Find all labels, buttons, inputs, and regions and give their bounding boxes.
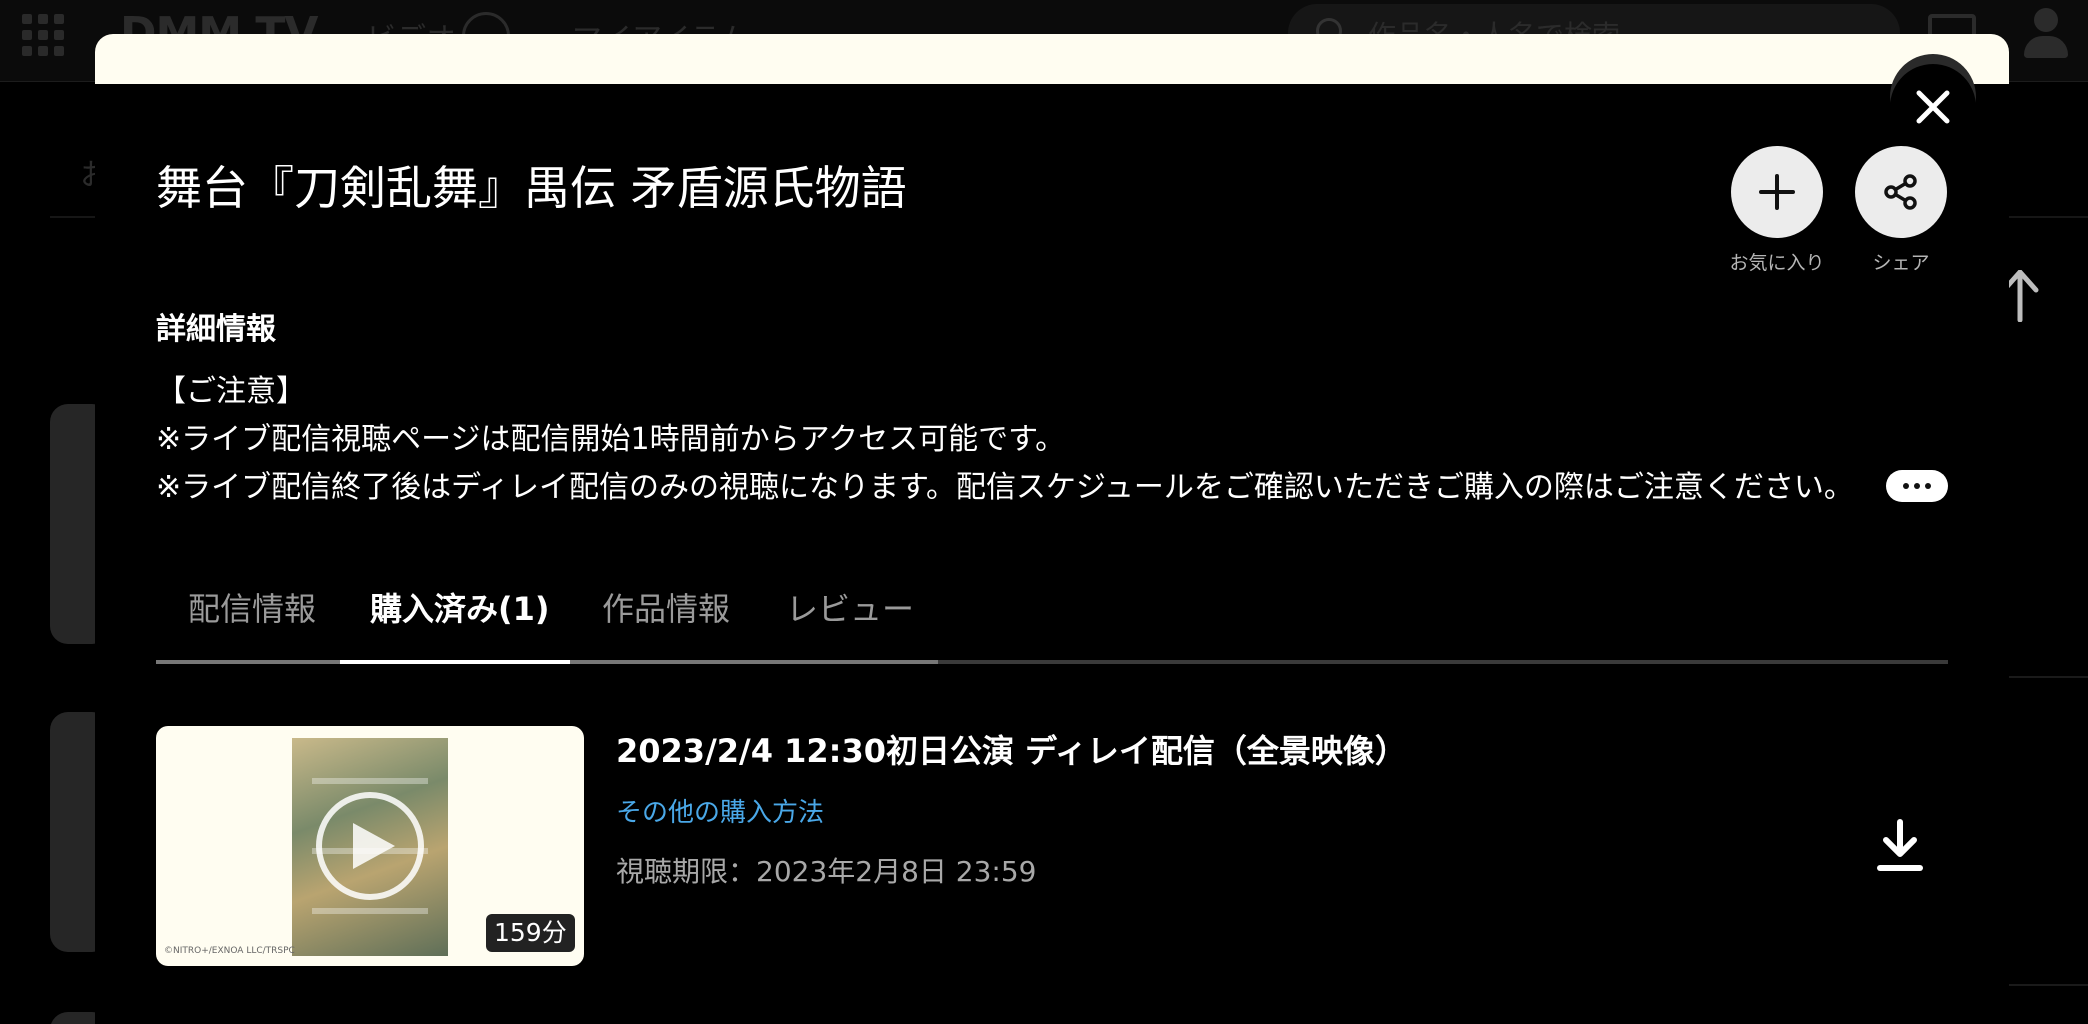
purchased-item-thumbnail[interactable]: ©NITRO+/EXNOA LLC/TRSPC 159分	[156, 726, 584, 966]
apps-grid-icon[interactable]	[22, 14, 64, 56]
tab-review[interactable]: レビュー	[786, 584, 914, 630]
show-more-button[interactable]	[1886, 470, 1948, 502]
favorite-button[interactable]: お気に入り	[1729, 146, 1825, 275]
background-divider	[2000, 984, 2088, 986]
play-icon	[353, 823, 395, 869]
background-divider	[2000, 676, 2088, 678]
tab-purchased[interactable]: 購入済み(1)	[370, 584, 550, 630]
ellipsis-icon	[1903, 483, 1909, 489]
tab-work-info[interactable]: 作品情報	[602, 584, 730, 630]
detail-info-heading: 詳細情報	[156, 312, 276, 347]
content-title: 舞台『刀剣乱舞』禺伝 矛盾源氏物語	[156, 161, 907, 215]
active-tab-indicator	[340, 660, 570, 664]
notice-line: ※ライブ配信視聴ページは配信開始1時間前からアクセス可能です。	[156, 422, 1066, 457]
share-icon	[1884, 174, 1917, 210]
purchased-item-title[interactable]: 2023/2/4 12:30初日公演 ディレイ配信（全景映像）	[616, 726, 1407, 772]
other-purchase-methods-link[interactable]: その他の購入方法	[616, 792, 824, 829]
content-tabs: 配信情報 購入済み(1) 作品情報 レビュー	[156, 584, 1948, 664]
user-account-icon[interactable]	[2022, 8, 2070, 60]
share-label: シェア	[1872, 252, 1930, 274]
notice-line: 【ご注意】	[156, 374, 306, 409]
viewing-expiry-text: 視聴期限：2023年2月8日 23:59	[616, 855, 1037, 888]
plus-icon	[1759, 174, 1795, 210]
play-button[interactable]	[316, 792, 424, 900]
tab-distribution-info[interactable]: 配信情報	[188, 584, 316, 630]
download-icon[interactable]	[1876, 818, 1924, 874]
notice-line: ※ライブ配信終了後はディレイ配信のみの視聴になります。配信スケジュールをご確認い…	[156, 470, 1854, 505]
share-button[interactable]: シェア	[1855, 146, 1947, 275]
close-icon	[1916, 90, 1950, 124]
modal-header-band	[95, 34, 2009, 84]
close-modal-button[interactable]	[1890, 64, 1976, 150]
duration-badge: 159分	[486, 914, 575, 952]
copyright-text: ©NITRO+/EXNOA LLC/TRSPC	[164, 946, 295, 956]
favorite-label: お気に入り	[1729, 252, 1825, 274]
